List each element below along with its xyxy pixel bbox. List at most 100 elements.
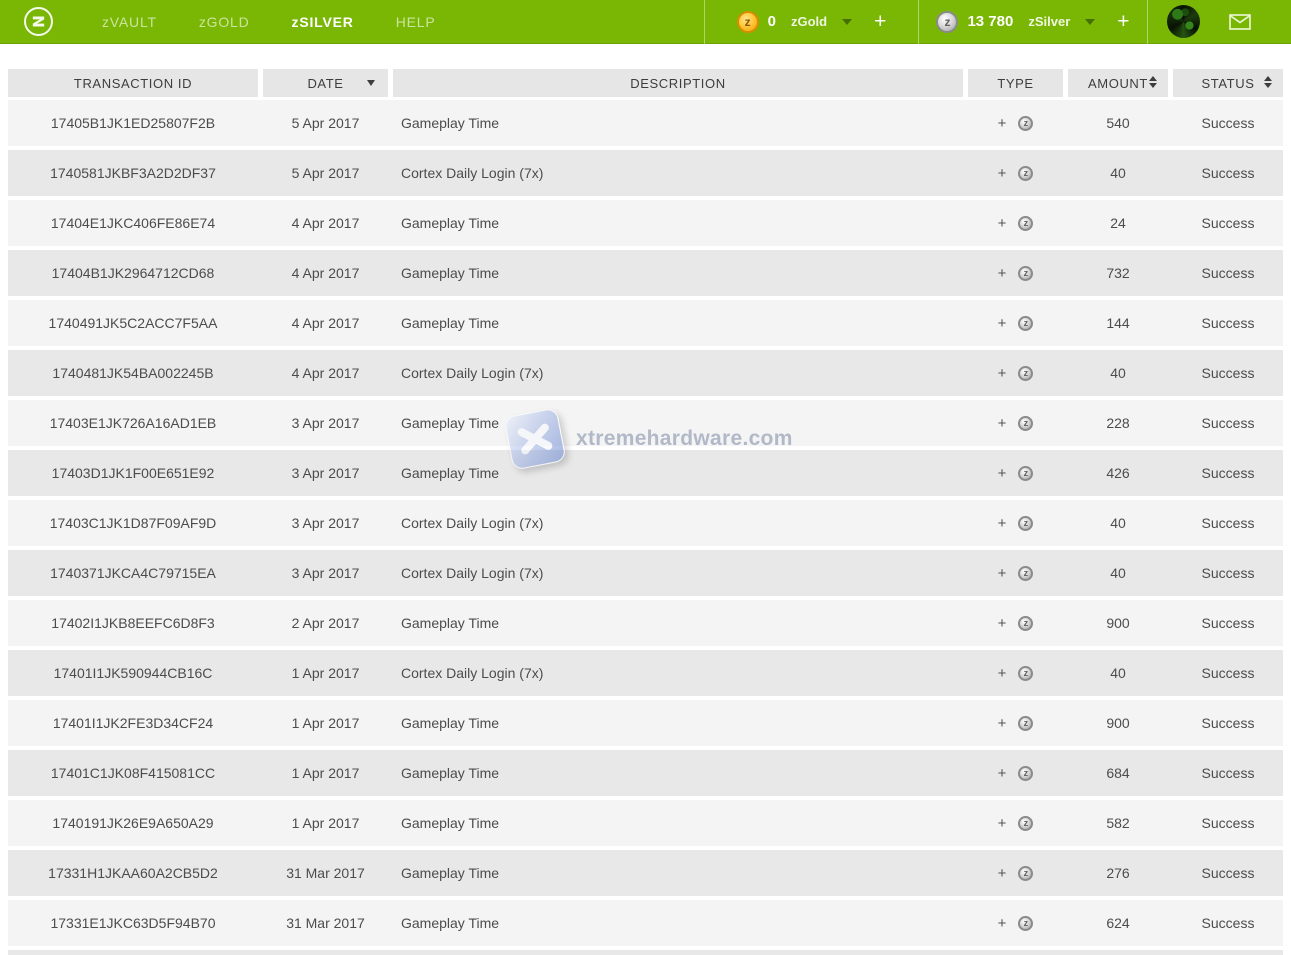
col-description[interactable]: DESCRIPTION (393, 69, 963, 97)
type-cell: + z (968, 550, 1063, 596)
amount-cell: 24 (1068, 200, 1168, 246)
credit-plus-icon: + (998, 265, 1007, 282)
type-cell: + z (968, 400, 1063, 446)
date-cell: 4 Apr 2017 (263, 250, 388, 296)
zsilver-coin-icon: z (1018, 666, 1033, 681)
transaction-id-cell: 17401I1JK590944CB16C (8, 650, 258, 696)
description-cell: Cortex Daily Login (7x) (393, 150, 963, 196)
transaction-id-cell: 1740371JKCA4C79715EA (8, 550, 258, 596)
mail-icon[interactable] (1229, 14, 1251, 30)
description-cell: Gameplay Time (393, 750, 963, 796)
transaction-id-cell: 1740491JK5C2ACC7F5AA (8, 300, 258, 346)
date-cell: 31 Mar 2017 (263, 900, 388, 946)
description-cell: Gameplay Time (393, 450, 963, 496)
status-cell: Success (1173, 150, 1283, 196)
table-row[interactable]: 17331E1JKC63D5F94B70 31 Mar 2017 Gamepla… (8, 900, 1283, 946)
zsilver-coin-icon: z (1018, 566, 1033, 581)
status-cell: Success (1173, 100, 1283, 146)
zsilver-add-button[interactable]: + (1117, 2, 1129, 42)
zgold-add-button[interactable]: + (874, 2, 886, 42)
table-row[interactable]: 17401I1JK2FE3D34CF24 1 Apr 2017 Gameplay… (8, 700, 1283, 746)
transaction-id-cell: 17401I1JK2FE3D34CF24 (8, 700, 258, 746)
credit-plus-icon: + (998, 365, 1007, 382)
table-row[interactable]: 17331H1JKAA60A2CB5D2 31 Mar 2017 Gamepla… (8, 850, 1283, 896)
table-row[interactable]: 17403C1JK1D87F09AF9D 3 Apr 2017 Cortex D… (8, 500, 1283, 546)
sort-both-icon[interactable] (1149, 76, 1157, 88)
amount-cell: 40 (1068, 350, 1168, 396)
type-cell: + z (968, 600, 1063, 646)
status-cell: Success (1173, 350, 1283, 396)
credit-plus-icon: + (998, 665, 1007, 682)
transaction-id-cell: 17405B1JK1ED25807F2B (8, 100, 258, 146)
type-cell: + z (968, 750, 1063, 796)
status-cell: Success (1173, 250, 1283, 296)
zsilver-dropdown-caret-icon[interactable] (1085, 19, 1095, 25)
table-row[interactable]: 1740491JK5C2ACC7F5AA 4 Apr 2017 Gameplay… (8, 300, 1283, 346)
avatar[interactable] (1167, 5, 1200, 38)
zsilver-coin-icon: z (1018, 316, 1033, 331)
col-date[interactable]: DATE (263, 69, 388, 97)
amount-cell: 228 (1068, 400, 1168, 446)
table-row[interactable]: 17405B1JK1ED25807F2B 5 Apr 2017 Gameplay… (8, 100, 1283, 146)
date-cell: 4 Apr 2017 (263, 350, 388, 396)
description-cell: Cortex Daily Login (7x) (393, 500, 963, 546)
zsilver-coin-icon: z (936, 11, 958, 33)
col-status[interactable]: STATUS (1173, 69, 1283, 97)
credit-plus-icon: + (998, 515, 1007, 532)
credit-plus-icon: + (998, 715, 1007, 732)
col-type[interactable]: TYPE (968, 69, 1063, 97)
nav-help[interactable]: HELP (375, 0, 457, 44)
credit-plus-icon: + (998, 865, 1007, 882)
nav-zvault[interactable]: zVAULT (81, 0, 178, 44)
zsilver-wallet: z 13 780 zSilver + (919, 0, 1147, 44)
transaction-id-cell: 17331H1JKAA60A2CB5D2 (8, 850, 258, 896)
sort-both-icon[interactable] (1264, 76, 1272, 88)
table-row[interactable]: 17402I1JKB8EEFC6D8F3 2 Apr 2017 Gameplay… (8, 600, 1283, 646)
table-row[interactable]: 1740371JKCA4C79715EA 3 Apr 2017 Cortex D… (8, 550, 1283, 596)
zgold-coin-icon: z (737, 11, 759, 33)
amount-cell: 684 (1068, 750, 1168, 796)
amount-cell: 40 (1068, 500, 1168, 546)
credit-plus-icon: + (998, 215, 1007, 232)
table-row[interactable]: 17401C1JK08F415081CC 1 Apr 2017 Gameplay… (8, 750, 1283, 796)
status-cell: Success (1173, 800, 1283, 846)
table-row[interactable]: 1740191JK26E9A650A29 1 Apr 2017 Gameplay… (8, 800, 1283, 846)
zsilver-coin-icon: z (1018, 216, 1033, 231)
zgold-dropdown-caret-icon[interactable] (842, 19, 852, 25)
sort-desc-icon[interactable] (367, 80, 375, 86)
table-header: TRANSACTION ID DATE DESCRIPTION TYPE AMO… (8, 69, 1283, 97)
zsilver-coin-icon: z (1018, 866, 1033, 881)
table-row[interactable]: 17403E1JK726A16AD1EB 3 Apr 2017 Gameplay… (8, 400, 1283, 446)
table-row[interactable]: 1740581JKBF3A2D2DF37 5 Apr 2017 Cortex D… (8, 150, 1283, 196)
description-cell: Gameplay Time (393, 600, 963, 646)
status-cell: Success (1173, 400, 1283, 446)
status-cell: Success (1173, 300, 1283, 346)
status-cell: Success (1173, 450, 1283, 496)
table-row[interactable]: 17403D1JK1F00E651E92 3 Apr 2017 Gameplay… (8, 450, 1283, 496)
transaction-id-cell: 17403D1JK1F00E651E92 (8, 450, 258, 496)
date-cell: 1 Apr 2017 (263, 650, 388, 696)
transaction-id-cell: 17331E1JKC63D5F94B70 (8, 900, 258, 946)
credit-plus-icon: + (998, 165, 1007, 182)
zvault-logo-icon[interactable] (24, 7, 53, 36)
topbar-right: z 0 zGold + z 13 780 zSilver + (704, 0, 1291, 44)
type-cell: + z (968, 700, 1063, 746)
table-row[interactable]: 17401I1JK590944CB16C 1 Apr 2017 Cortex D… (8, 650, 1283, 696)
credit-plus-icon: + (998, 615, 1007, 632)
description-cell: Gameplay Time (393, 700, 963, 746)
table-row[interactable]: 17404B1JK2964712CD68 4 Apr 2017 Gameplay… (8, 250, 1283, 296)
type-cell: + z (968, 650, 1063, 696)
zgold-balance: 0 (768, 13, 776, 30)
amount-cell: 40 (1068, 550, 1168, 596)
nav-zsilver[interactable]: zSILVER (271, 0, 375, 44)
nav-zgold[interactable]: zGOLD (178, 0, 271, 44)
table-row[interactable]: 1740481JK54BA002245B 4 Apr 2017 Cortex D… (8, 350, 1283, 396)
col-amount[interactable]: AMOUNT (1068, 69, 1168, 97)
zsilver-balance: 13 780 (967, 13, 1013, 30)
table-row[interactable]: 17404E1JKC406FE86E74 4 Apr 2017 Gameplay… (8, 200, 1283, 246)
top-navigation-bar: zVAULT zGOLD zSILVER HELP z 0 zGold + z … (0, 0, 1291, 44)
table-row-partial (8, 950, 1283, 955)
status-cell: Success (1173, 550, 1283, 596)
col-transaction-id[interactable]: TRANSACTION ID (8, 69, 258, 97)
date-cell: 1 Apr 2017 (263, 800, 388, 846)
